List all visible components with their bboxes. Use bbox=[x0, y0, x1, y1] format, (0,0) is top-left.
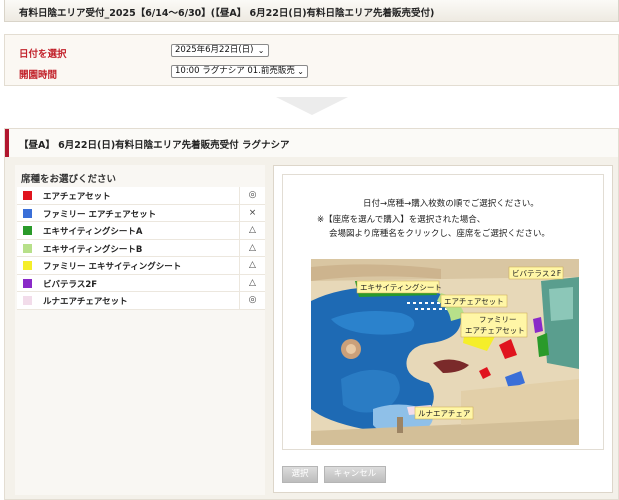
seat-name: ファミリー エキサイティングシート bbox=[43, 262, 182, 272]
map-label-luna[interactable]: ルナエアチェア bbox=[418, 409, 470, 418]
seat-status: ◎ bbox=[239, 187, 265, 204]
seat-color-swatch bbox=[23, 226, 32, 235]
step-arrow-icon bbox=[276, 97, 348, 115]
seat-color-swatch bbox=[23, 296, 32, 305]
seat-status: △ bbox=[239, 239, 265, 256]
seat-status: △ bbox=[239, 274, 265, 291]
info-panel: 日付→席種→購入枚数の順でご選択ください。 ※【座席を選んで購入】を選択された場… bbox=[273, 165, 613, 493]
page-title: 有料日陰エリア受付_2025【6/14〜6/30】(【昼A】 6月22日(日)有… bbox=[19, 8, 435, 19]
seat-name: ルナエアチェアセット bbox=[43, 297, 128, 307]
time-select-value: 10:00 ラグナシア 01.前売販売 bbox=[175, 66, 295, 76]
map-label-viva[interactable]: ビバテラス２F bbox=[512, 269, 561, 278]
chevron-down-icon: ⌄ bbox=[257, 46, 265, 55]
seat-row-viva-terrace[interactable]: ビバテラス2F △ bbox=[17, 274, 265, 292]
seat-color-swatch bbox=[23, 191, 32, 200]
date-select[interactable]: 2025年6月22日(日) ⌄ bbox=[171, 44, 269, 57]
seat-status: × bbox=[239, 204, 265, 221]
time-label: 開園時間 bbox=[19, 70, 58, 81]
map-label-exciting[interactable]: エキサイティングシート bbox=[360, 282, 442, 292]
map-container: 日付→席種→購入枚数の順でご選択ください。 ※【座席を選んで購入】を選択された場… bbox=[282, 174, 604, 450]
selection-panel: 日付を選択 2025年6月22日(日) ⌄ 開園時間 10:00 ラグナシア 0… bbox=[4, 34, 619, 86]
seat-row-exciting-a[interactable]: エキサイティングシートA △ bbox=[17, 222, 265, 240]
seat-name: エキサイティングシートB bbox=[43, 244, 143, 255]
section-title: 【昼A】 6月22日(日)有料日陰エリア先着販売受付 ラグナシア bbox=[19, 140, 290, 151]
ticket-section: 【昼A】 6月22日(日)有料日陰エリア先着販売受付 ラグナシア 席種をお選びく… bbox=[4, 128, 619, 500]
seat-panel-title: 席種をお選びください bbox=[21, 174, 117, 185]
seat-row-airchair[interactable]: エアチェアセット ◎ bbox=[17, 187, 265, 205]
seat-color-swatch bbox=[23, 261, 32, 270]
chevron-down-icon: ⌄ bbox=[295, 66, 304, 77]
seat-color-swatch bbox=[23, 208, 32, 218]
venue-map[interactable]: エキサイティングシート ビバテラス２F エアチェアセット ファミリー エアチェア… bbox=[311, 259, 579, 445]
seat-color-swatch bbox=[23, 278, 32, 288]
instruction-line-3: 会場図より席種名をクリックし、座席をご選択ください。 bbox=[329, 229, 550, 239]
date-select-value: 2025年6月22日(日) bbox=[175, 45, 254, 55]
instruction-line-2: ※【座席を選んで購入】を選択された場合、 bbox=[317, 215, 486, 225]
seat-status: △ bbox=[239, 222, 265, 239]
map-label-family-2[interactable]: エアチェアセット bbox=[465, 326, 525, 335]
seat-status: ◎ bbox=[239, 292, 265, 309]
cancel-button[interactable]: キャンセル bbox=[324, 466, 386, 483]
instruction-line-1: 日付→席種→購入枚数の順でご選択ください。 bbox=[363, 199, 539, 209]
seat-row-family-airchair[interactable]: ファミリー エアチェアセット × bbox=[17, 204, 265, 222]
seat-type-list: エアチェアセット ◎ ファミリー エアチェアセット × エキサイティングシートA… bbox=[17, 187, 265, 310]
date-label: 日付を選択 bbox=[19, 49, 67, 60]
map-label-airchair[interactable]: エアチェアセット bbox=[444, 297, 504, 306]
seat-status: △ bbox=[239, 257, 265, 274]
map-shell-stage bbox=[346, 344, 356, 354]
seat-name: エアチェアセット bbox=[43, 192, 111, 202]
seat-row-family-exciting[interactable]: ファミリー エキサイティングシート △ bbox=[17, 257, 265, 275]
map-label-family-1[interactable]: ファミリー bbox=[479, 315, 517, 324]
seat-row-luna-airchair[interactable]: ルナエアチェアセット ◎ bbox=[17, 292, 265, 310]
map-green-patch bbox=[537, 333, 549, 357]
section-header: 【昼A】 6月22日(日)有料日陰エリア先着販売受付 ラグナシア bbox=[5, 129, 618, 157]
time-select[interactable]: 10:00 ラグナシア 01.前売販売 ⌄ bbox=[171, 65, 308, 78]
seat-name: エキサイティングシートA bbox=[43, 227, 143, 237]
seat-color-swatch bbox=[23, 243, 32, 253]
map-building-roof bbox=[549, 287, 573, 321]
page-title-bar: 有料日陰エリア受付_2025【6/14〜6/30】(【昼A】 6月22日(日)有… bbox=[4, 0, 619, 22]
seat-row-exciting-b[interactable]: エキサイティングシートB △ bbox=[17, 239, 265, 257]
seat-name: ファミリー エアチェアセット bbox=[43, 209, 157, 220]
seat-name: ビバテラス2F bbox=[43, 279, 98, 290]
map-tower bbox=[397, 417, 403, 433]
select-button[interactable]: 選択 bbox=[282, 466, 318, 483]
seat-type-panel: 席種をお選びください エアチェアセット ◎ ファミリー エアチェアセット × エ… bbox=[15, 165, 265, 495]
